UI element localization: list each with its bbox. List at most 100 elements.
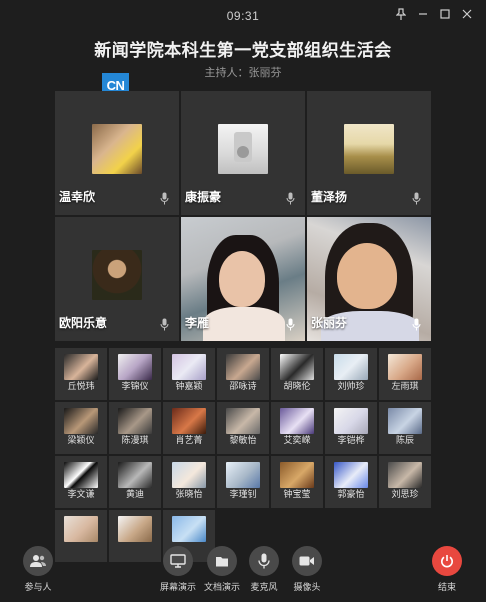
participant-name: 李瑾钊 xyxy=(229,489,257,499)
avatar xyxy=(64,354,98,380)
participant-thumb[interactable]: 左雨琪 xyxy=(379,348,431,400)
end-meeting-label: 结束 xyxy=(437,582,456,592)
participant-thumb[interactable]: 艾奕嵘 xyxy=(271,402,323,454)
mic-icon xyxy=(412,192,421,205)
avatar xyxy=(118,408,152,434)
mic-icon xyxy=(412,318,421,331)
meeting-host: 主持人：张丽芬 xyxy=(204,67,282,79)
avatar xyxy=(118,354,152,380)
participant-name: 左雨琪 xyxy=(391,381,419,391)
participant-thumb[interactable]: 陈漫琪 xyxy=(109,402,161,454)
participant-name: 胡晓伦 xyxy=(283,381,311,391)
power-icon xyxy=(432,546,462,576)
camera-icon xyxy=(292,546,322,576)
window-controls xyxy=(392,5,476,23)
avatar xyxy=(92,124,142,174)
camera-button[interactable]: 摄像头 xyxy=(279,546,335,593)
participant-tile[interactable]: 欧阳乐意 xyxy=(55,217,179,341)
avatar xyxy=(92,250,142,300)
avatar xyxy=(118,462,152,488)
participant-name: 肖艺菁 xyxy=(175,435,203,445)
avatar xyxy=(226,462,260,488)
participant-name: 张丽芬 xyxy=(311,316,348,330)
pin-icon[interactable] xyxy=(392,5,410,23)
maximize-icon[interactable] xyxy=(436,5,454,23)
participant-tile[interactable]: 温幸欣 xyxy=(55,91,179,215)
video-face xyxy=(219,251,265,307)
participant-thumb[interactable]: 陈辰 xyxy=(379,402,431,454)
participant-name: 刘帅珍 xyxy=(337,381,365,391)
meeting-toolbar: 参与人 屏幕演示 文档演示 麦克风 摄像头 结束 xyxy=(0,536,486,602)
main-video-grid: 温幸欣 康振豪 董泽扬 欧阳乐意 李雁 张丽芬 xyxy=(55,91,431,343)
avatar xyxy=(64,408,98,434)
avatar xyxy=(226,408,260,434)
participant-thumb[interactable]: 刘思珍 xyxy=(379,456,431,508)
participant-thumb[interactable]: 黄迪 xyxy=(109,456,161,508)
participant-name: 陈辰 xyxy=(395,435,414,445)
participant-thumb[interactable]: 胡晓伦 xyxy=(271,348,323,400)
participant-video[interactable]: 张丽芬 xyxy=(307,217,431,341)
participants-icon xyxy=(23,546,53,576)
avatar xyxy=(172,354,206,380)
participant-name: 钟宝莹 xyxy=(283,489,311,499)
avatar xyxy=(280,462,314,488)
avatar xyxy=(334,408,368,434)
title-bar: 09:31 xyxy=(0,0,486,32)
participant-name: 董泽扬 xyxy=(311,190,348,204)
participant-name: 丘悦玮 xyxy=(67,381,95,391)
participant-thumb[interactable]: 黎敏怡 xyxy=(217,402,269,454)
participant-thumb[interactable]: 郭豪怡 xyxy=(325,456,377,508)
avatar xyxy=(334,462,368,488)
participant-name: 温幸欣 xyxy=(59,190,96,204)
participant-thumbnail-grid: 丘悦玮 李锦仪 钟嘉颖 邵咏诗 胡晓伦 刘帅珍 左雨琪 梁颖仪 陈漫琪 肖艺菁 … xyxy=(55,348,433,562)
participant-name: 李锦仪 xyxy=(121,381,149,391)
participant-name: 李文谦 xyxy=(67,489,95,499)
mic-icon xyxy=(286,192,295,205)
meeting-title: 新闻学院本科生第一党支部组织生活会 xyxy=(94,41,392,60)
avatar xyxy=(218,124,268,174)
participant-name: 张晓怡 xyxy=(175,489,203,499)
avatar xyxy=(280,354,314,380)
video-face xyxy=(337,243,397,309)
participant-tile[interactable]: 康振豪 xyxy=(181,91,305,215)
avatar xyxy=(64,462,98,488)
participant-thumb[interactable]: 李文谦 xyxy=(55,456,107,508)
camera-label: 摄像头 xyxy=(293,582,321,592)
participant-thumb[interactable]: 李锦仪 xyxy=(109,348,161,400)
end-meeting-button[interactable]: 结束 xyxy=(419,546,475,593)
participant-thumb[interactable]: 邵咏诗 xyxy=(217,348,269,400)
participant-name: 欧阳乐意 xyxy=(59,316,108,330)
participant-thumb[interactable]: 李瑾钊 xyxy=(217,456,269,508)
document-icon xyxy=(207,546,237,576)
participant-thumb[interactable]: 钟宝莹 xyxy=(271,456,323,508)
participant-thumb[interactable]: 钟嘉颖 xyxy=(163,348,215,400)
participant-thumb[interactable]: 李铠桦 xyxy=(325,402,377,454)
participant-name: 郭豪怡 xyxy=(337,489,365,499)
participant-tile[interactable]: 董泽扬 xyxy=(307,91,431,215)
participant-thumb[interactable]: 丘悦玮 xyxy=(55,348,107,400)
participant-name: 梁颖仪 xyxy=(67,435,95,445)
participant-thumb[interactable]: 刘帅珍 xyxy=(325,348,377,400)
avatar xyxy=(172,462,206,488)
mic-icon xyxy=(286,318,295,331)
video-shoulders xyxy=(203,307,285,341)
participant-thumb[interactable]: 肖艺菁 xyxy=(163,402,215,454)
participant-thumb[interactable]: 梁颖仪 xyxy=(55,402,107,454)
avatar xyxy=(388,408,422,434)
avatar xyxy=(334,354,368,380)
participant-name: 康振豪 xyxy=(185,190,222,204)
avatar xyxy=(280,408,314,434)
participant-name: 邵咏诗 xyxy=(229,381,257,391)
participant-name: 陈漫琪 xyxy=(121,435,149,445)
mic-icon xyxy=(160,318,169,331)
close-icon[interactable] xyxy=(458,5,476,23)
avatar xyxy=(226,354,260,380)
participant-video[interactable]: 李雁 xyxy=(181,217,305,341)
avatar xyxy=(344,124,394,174)
minimize-icon[interactable] xyxy=(414,5,432,23)
participant-thumb[interactable]: 张晓怡 xyxy=(163,456,215,508)
microphone-icon xyxy=(249,546,279,576)
mic-icon xyxy=(160,192,169,205)
participants-button[interactable]: 参与人 xyxy=(10,546,66,593)
participant-name: 黎敏怡 xyxy=(229,435,257,445)
